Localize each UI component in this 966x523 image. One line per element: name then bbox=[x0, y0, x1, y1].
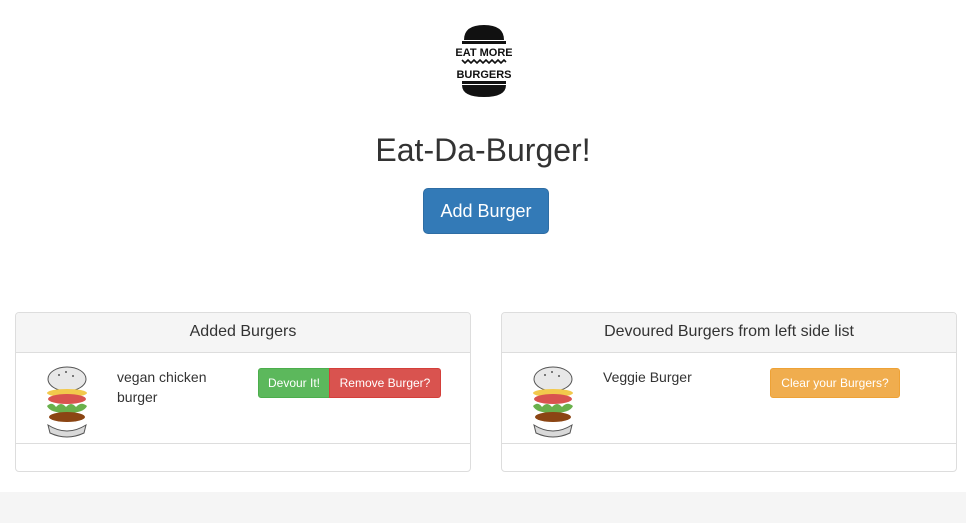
burger-image bbox=[530, 365, 576, 441]
page-title: Eat-Da-Burger! bbox=[375, 132, 591, 168]
clear-burgers-button[interactable]: Clear your Burgers? bbox=[770, 368, 900, 398]
footer bbox=[0, 492, 966, 523]
devour-button[interactable]: Devour It! bbox=[258, 368, 330, 398]
added-burgers-panel: Added Burgers vegan chicken burger Devou… bbox=[15, 312, 471, 472]
burger-image bbox=[44, 365, 90, 441]
remove-burger-button[interactable]: Remove Burger? bbox=[329, 368, 441, 398]
logo-text-top: EAT MORE bbox=[456, 47, 512, 59]
burger-name: vegan chicken burger bbox=[117, 369, 207, 405]
burger-name: Veggie Burger bbox=[603, 369, 692, 385]
list-item: Veggie Burger Clear your Burgers? bbox=[502, 353, 956, 444]
eat-more-burgers-logo: EAT MORE BURGERS bbox=[455, 22, 513, 100]
logo-text-bottom: BURGERS bbox=[456, 69, 511, 81]
add-burger-button[interactable]: Add Burger bbox=[423, 188, 549, 234]
list-item: vegan chicken burger Devour It! Remove B… bbox=[16, 353, 470, 444]
devoured-burgers-panel: Devoured Burgers from left side list Veg… bbox=[501, 312, 957, 472]
devoured-burgers-heading: Devoured Burgers from left side list bbox=[502, 313, 956, 353]
added-burgers-heading: Added Burgers bbox=[16, 313, 470, 353]
